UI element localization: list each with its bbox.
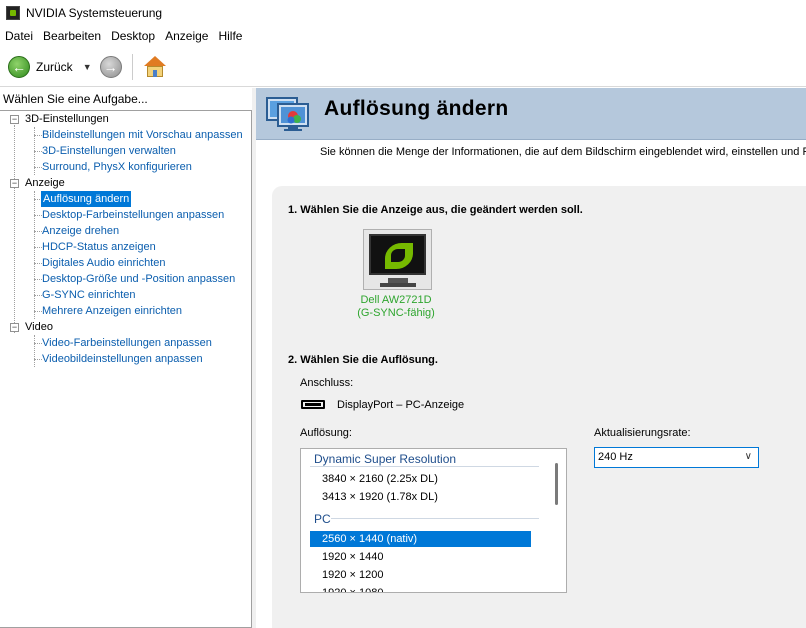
resolution-scrollbar[interactable] (555, 463, 558, 505)
monitor-name: Dell AW2721D (360, 294, 432, 306)
tree-item-aufloesung-aendern[interactable]: Auflösung ändern (41, 191, 132, 207)
nvidia-app-icon (6, 5, 20, 20)
toolbar-separator (131, 53, 133, 80)
tree-item-videobild[interactable]: Videobildeinstellungen anpassen (42, 351, 203, 367)
window-title: NVIDIA Systemsteuerung (26, 5, 163, 20)
chevron-down-icon: ∨ (744, 451, 752, 462)
tree-item-mehrere-anzeigen[interactable]: Mehrere Anzeigen einrichten (42, 303, 182, 319)
monitor-icon (369, 234, 426, 275)
task-panel-header: Wählen Sie eine Aufgabe... (0, 88, 252, 110)
menu-anzeige[interactable]: Anzeige (160, 25, 213, 47)
res-group-pc: PC (314, 512, 331, 526)
menu-bearbeiten[interactable]: Bearbeiten (38, 25, 106, 47)
collapse-anzeige-icon[interactable]: − (10, 179, 19, 188)
back-label: Zurück (36, 59, 73, 74)
tree-item-desktop-farbe[interactable]: Desktop-Farbeinstellungen anpassen (42, 207, 224, 223)
tree-item-bildeinstellungen[interactable]: Bildeinstellungen mit Vorschau anpassen (42, 127, 243, 143)
res-item-3413x1920[interactable]: 3413 × 1920 (1.78x DL) (310, 489, 531, 505)
resolution-list[interactable]: Dynamic Super Resolution 3840 × 2160 (2.… (300, 448, 567, 593)
panel-splitter[interactable] (252, 88, 256, 628)
task-tree: − 3D-Einstellungen Bildeinstellungen mit… (0, 110, 252, 628)
refresh-rate-dropdown[interactable]: 240 Hz ∨ (594, 447, 759, 468)
tree-item-desktop-groesse[interactable]: Desktop-Größe und -Position anpassen (42, 271, 235, 287)
intro-text: Sie können die Menge der Informationen, … (320, 146, 806, 158)
step1-title: 1. Wählen Sie die Anzeige aus, die geänd… (288, 204, 583, 216)
tree-item-gsync[interactable]: G-SYNC einrichten (42, 287, 136, 303)
res-item-1920x1200[interactable]: 1920 × 1200 (310, 567, 531, 583)
home-icon[interactable] (143, 55, 167, 79)
page-header: Auflösung ändern (256, 88, 806, 140)
page-title: Auflösung ändern (324, 97, 509, 120)
tree-category-video[interactable]: Video (25, 319, 53, 335)
step2-title: 2. Wählen Sie die Auflösung. (288, 354, 438, 366)
collapse-3d-icon[interactable]: − (10, 115, 19, 124)
monitor-select-button[interactable] (363, 229, 432, 290)
tree-item-3d-verwalten[interactable]: 3D-Einstellungen verwalten (42, 143, 176, 159)
res-item-1920x1440[interactable]: 1920 × 1440 (310, 549, 531, 565)
title-bar: NVIDIA Systemsteuerung (0, 0, 806, 25)
forward-arrow-icon[interactable]: → (99, 55, 122, 78)
menu-datei[interactable]: Datei (0, 25, 38, 47)
back-arrow-icon: ← (8, 55, 30, 78)
refresh-rate-value: 240 Hz (598, 451, 633, 463)
tree-item-digitales-audio[interactable]: Digitales Audio einrichten (42, 255, 166, 271)
tree-item-video-farbe[interactable]: Video-Farbeinstellungen anpassen (42, 335, 212, 351)
tree-item-surround-physx[interactable]: Surround, PhysX konfigurieren (42, 159, 192, 175)
history-dropdown-icon[interactable]: ▼ (83, 62, 92, 72)
monitor-gsync-label: (G-SYNC-fähig) (357, 307, 435, 319)
collapse-video-icon[interactable]: − (10, 323, 19, 332)
tree-category-3d[interactable]: 3D-Einstellungen (25, 111, 109, 127)
resolution-label: Auflösung: (300, 427, 352, 439)
displayport-icon (301, 400, 325, 409)
res-item-3840x2160[interactable]: 3840 × 2160 (2.25x DL) (310, 471, 531, 487)
toolbar: ← Zurück ▼ → (0, 47, 806, 87)
menu-desktop[interactable]: Desktop (106, 25, 160, 47)
refresh-rate-label: Aktualisierungsrate: (594, 427, 691, 439)
res-group-dsr: Dynamic Super Resolution (314, 452, 457, 466)
display-settings-icon (266, 97, 309, 131)
res-item-2560x1440[interactable]: 2560 × 1440 (nativ) (310, 531, 531, 547)
tree-category-anzeige[interactable]: Anzeige (25, 175, 65, 191)
tree-item-hdcp-status[interactable]: HDCP-Status anzeigen (42, 239, 156, 255)
menu-bar: Datei Bearbeiten Desktop Anzeige Hilfe (0, 25, 806, 47)
connection-value: DisplayPort – PC-Anzeige (337, 399, 465, 411)
connection-label: Anschluss: (300, 377, 354, 389)
res-item-1920x1080[interactable]: 1920 × 1080 (310, 585, 531, 592)
menu-hilfe[interactable]: Hilfe (213, 25, 247, 47)
back-button[interactable]: ← Zurück (8, 53, 73, 81)
tree-item-anzeige-drehen[interactable]: Anzeige drehen (42, 223, 119, 239)
